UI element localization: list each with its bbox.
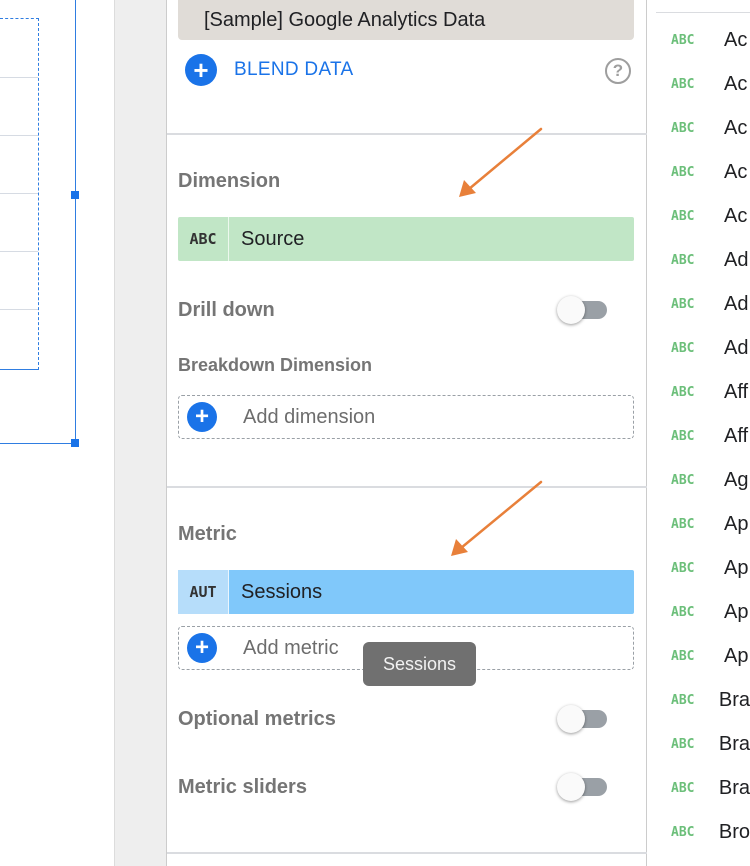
field-name: Bra bbox=[718, 688, 750, 711]
resize-handle-right[interactable] bbox=[71, 191, 79, 199]
field-list-item[interactable]: ABC Bra bbox=[648, 722, 750, 766]
field-name: Ap bbox=[724, 644, 749, 667]
list-top-border bbox=[656, 12, 750, 13]
field-type-icon: ABC bbox=[671, 252, 695, 268]
field-list-item[interactable]: ABC Bro bbox=[648, 810, 750, 854]
field-name: Bra bbox=[718, 776, 750, 799]
field-name: Ap bbox=[724, 600, 749, 623]
field-list-item[interactable]: ABC Ad bbox=[648, 282, 750, 326]
field-name: Ac bbox=[724, 116, 748, 139]
field-type-icon: ABC bbox=[671, 384, 695, 400]
app-root: [Sample] Google Analytics Data + BLEND D… bbox=[0, 0, 750, 866]
field-list-item[interactable]: ABC Ap bbox=[648, 634, 750, 678]
table-row-line bbox=[0, 309, 38, 310]
field-name: Aff bbox=[724, 424, 749, 447]
table-row-line bbox=[0, 135, 38, 136]
field-name: Ap bbox=[724, 556, 749, 579]
properties-panel: [Sample] Google Analytics Data + BLEND D… bbox=[167, 0, 647, 866]
field-list-item[interactable]: ABC Aff bbox=[648, 370, 750, 414]
field-name: Ad bbox=[724, 248, 749, 271]
arrow-icon bbox=[451, 480, 543, 556]
selection-border-right bbox=[75, 0, 76, 444]
field-name: Aff bbox=[724, 380, 749, 403]
field-list-item[interactable]: ABC Ap bbox=[648, 590, 750, 634]
field-type-icon: ABC bbox=[671, 692, 695, 708]
field-name: Ad bbox=[724, 292, 749, 315]
field-name: Ad bbox=[724, 336, 749, 359]
field-type-icon: ABC bbox=[671, 76, 695, 92]
field-name: Ac bbox=[724, 72, 748, 95]
field-list-item[interactable]: ABC Ac bbox=[648, 62, 750, 106]
field-type-icon: ABC bbox=[671, 32, 695, 48]
table-chart[interactable] bbox=[0, 18, 39, 370]
field-list-item[interactable]: ABC Ap bbox=[648, 546, 750, 590]
field-type-icon: ABC bbox=[671, 824, 695, 840]
field-list-item[interactable]: ABC Ag bbox=[648, 458, 750, 502]
field-name: Bra bbox=[718, 732, 750, 755]
field-name: Ac bbox=[724, 160, 748, 183]
field-list-item[interactable]: ABC Ad bbox=[648, 326, 750, 370]
table-row-line bbox=[0, 77, 38, 78]
field-list-item[interactable]: ABC Ac bbox=[648, 106, 750, 150]
field-type-icon: ABC bbox=[671, 296, 695, 312]
field-type-icon: ABC bbox=[671, 604, 695, 620]
field-name: Ac bbox=[724, 204, 748, 227]
field-type-icon: ABC bbox=[671, 648, 695, 664]
panel-gutter bbox=[114, 0, 167, 866]
field-list-item[interactable]: ABC Ap bbox=[648, 502, 750, 546]
field-type-icon: ABC bbox=[671, 340, 695, 356]
resize-handle-bottom-right[interactable] bbox=[71, 439, 79, 447]
available-fields-list[interactable]: ABC Ac ABC Ac ABC Ac ABC Ac ABC Ac ABC Ad ABC Ad ABC Ad… bbox=[648, 0, 750, 866]
field-type-icon: ABC bbox=[671, 560, 695, 576]
field-type-icon: ABC bbox=[671, 208, 695, 224]
field-list-item[interactable]: ABC Ad bbox=[648, 238, 750, 282]
field-name: Ap bbox=[724, 512, 749, 535]
field-type-icon: ABC bbox=[671, 780, 695, 796]
field-list-item[interactable]: ABC Ac bbox=[648, 194, 750, 238]
table-row-line bbox=[0, 193, 38, 194]
table-row-line bbox=[0, 251, 38, 252]
field-type-icon: ABC bbox=[671, 164, 695, 180]
field-list-item[interactable]: ABC Bra bbox=[648, 678, 750, 722]
field-list-item[interactable]: ABC Ac bbox=[648, 18, 750, 62]
field-type-icon: ABC bbox=[671, 428, 695, 444]
selection-border-bottom bbox=[0, 443, 76, 444]
field-name: Ag bbox=[724, 468, 749, 491]
field-type-icon: ABC bbox=[671, 736, 695, 752]
field-name: Bro bbox=[718, 820, 750, 843]
annotation-arrows bbox=[451, 127, 543, 556]
field-list-item[interactable]: ABC Bra bbox=[648, 766, 750, 810]
field-name: Ac bbox=[724, 28, 748, 51]
report-canvas[interactable] bbox=[0, 0, 114, 866]
arrow-icon bbox=[459, 127, 543, 197]
field-type-icon: ABC bbox=[671, 472, 695, 488]
field-list-item[interactable]: ABC Ac bbox=[648, 150, 750, 194]
field-type-icon: ABC bbox=[671, 516, 695, 532]
field-list-item[interactable]: ABC Aff bbox=[648, 414, 750, 458]
field-type-icon: ABC bbox=[671, 120, 695, 136]
